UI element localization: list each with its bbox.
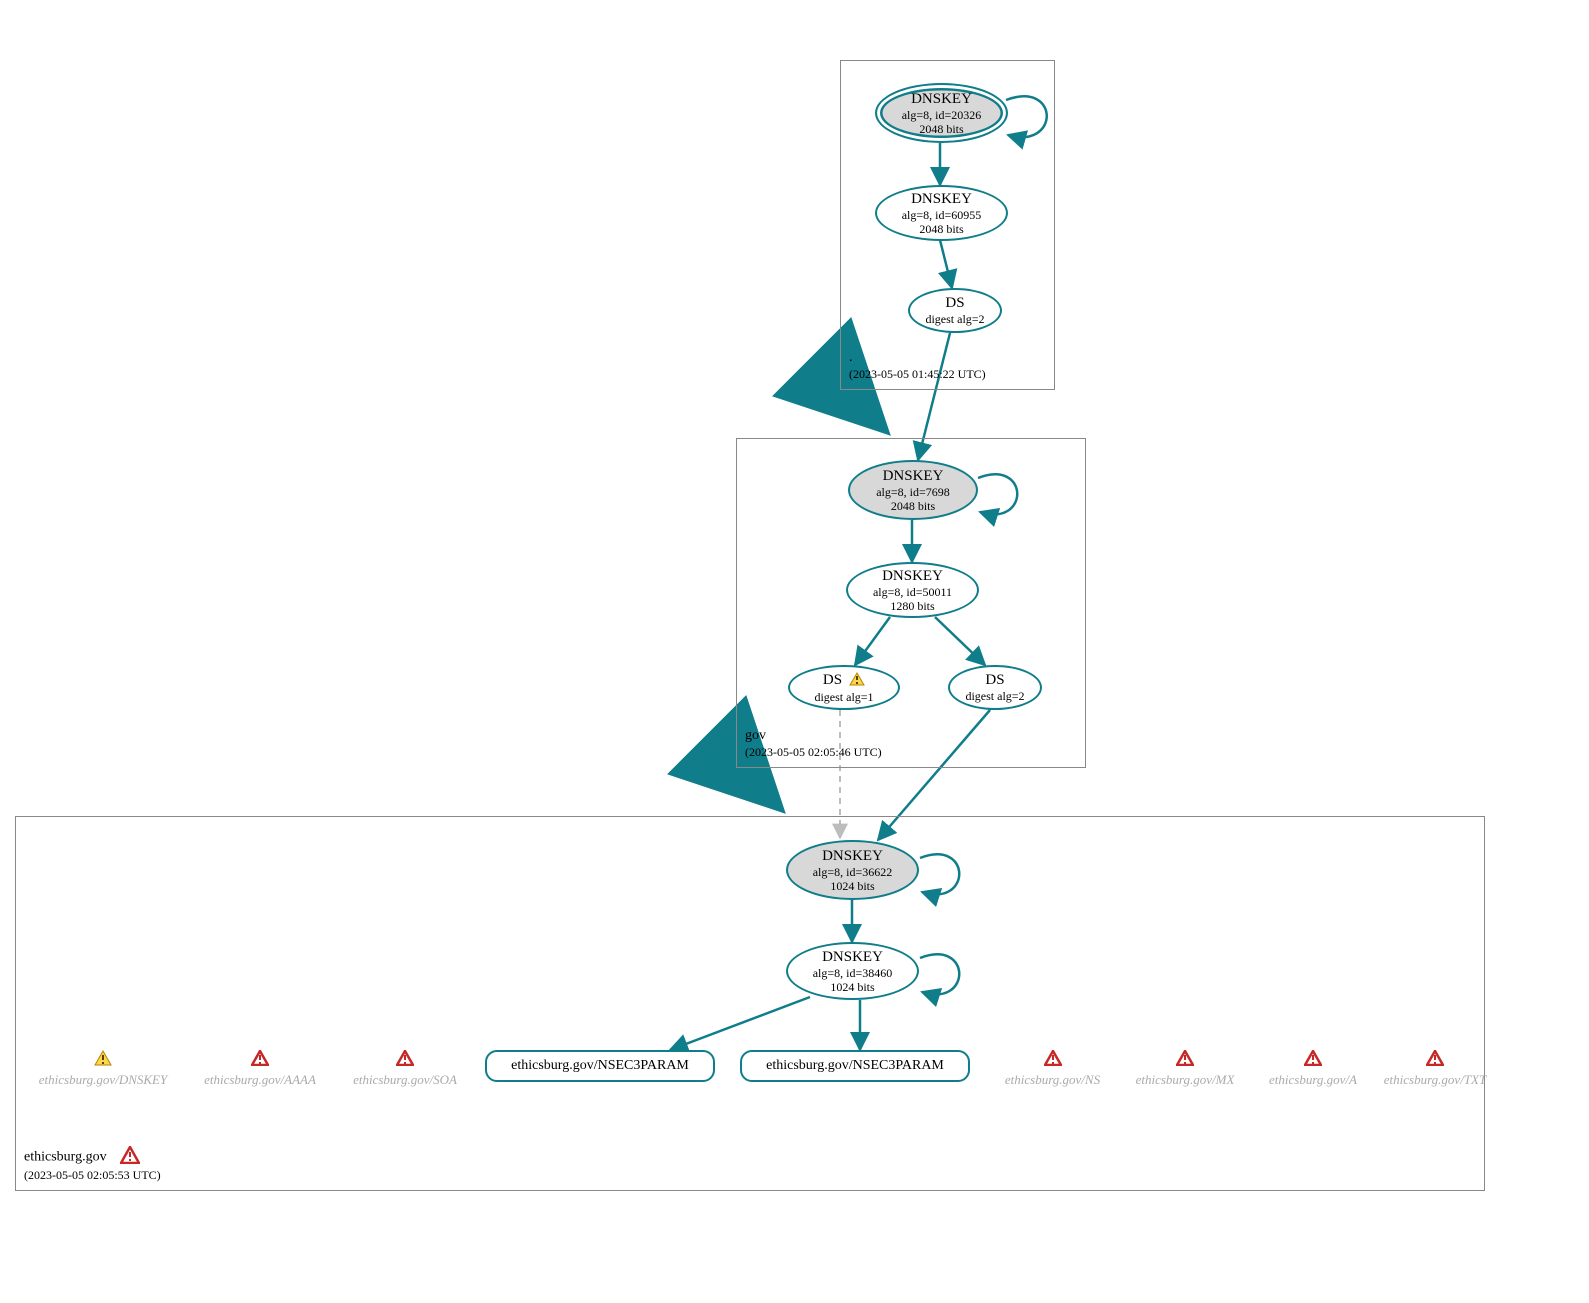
warning-icon: [33, 1050, 173, 1070]
rrset-nsec3param-b[interactable]: ethicsburg.gov/NSEC3PARAM: [740, 1050, 970, 1082]
zone-leaf: ethicsburg.gov (2023-05-05 02:05:53 UTC): [15, 816, 1485, 1191]
bad-rrset-soa[interactable]: ethicsburg.gov/SOA: [345, 1050, 465, 1088]
bad-rrset-txt-label: ethicsburg.gov/TXT: [1384, 1072, 1486, 1087]
node-root-ksk-detail: alg=8, id=20326: [902, 108, 982, 122]
bad-rrset-txt[interactable]: ethicsburg.gov/TXT: [1375, 1050, 1495, 1088]
node-gov-zsk-detail: alg=8, id=50011: [873, 585, 952, 599]
node-root-ksk-bits: 2048 bits: [919, 122, 963, 136]
bad-rrset-a-label: ethicsburg.gov/A: [1269, 1072, 1357, 1087]
error-icon: [995, 1050, 1110, 1070]
node-gov-ds2-detail: digest alg=2: [965, 689, 1024, 703]
node-leaf-zsk-title: DNSKEY: [822, 948, 883, 966]
bad-rrset-aaaa-label: ethicsburg.gov/AAAA: [204, 1072, 316, 1087]
bad-rrset-dnskey-label: ethicsburg.gov/DNSKEY: [39, 1072, 167, 1087]
node-leaf-ksk-bits: 1024 bits: [830, 879, 874, 893]
zone-root-name: .: [849, 349, 986, 367]
node-leaf-ksk-title: DNSKEY: [822, 847, 883, 865]
zone-root-ts: (2023-05-05 01:45:22 UTC): [849, 367, 986, 383]
zone-leaf-ts: (2023-05-05 02:05:53 UTC): [24, 1168, 161, 1184]
node-gov-ksk-title: DNSKEY: [883, 467, 944, 485]
node-leaf-ksk[interactable]: DNSKEY alg=8, id=36622 1024 bits: [786, 840, 919, 900]
bad-rrset-soa-label: ethicsburg.gov/SOA: [353, 1072, 457, 1087]
node-root-zsk[interactable]: DNSKEY alg=8, id=60955 2048 bits: [875, 185, 1008, 241]
error-icon: [195, 1050, 325, 1070]
node-gov-zsk-title: DNSKEY: [882, 567, 943, 585]
error-icon: [1375, 1050, 1495, 1070]
node-leaf-ksk-detail: alg=8, id=36622: [813, 865, 893, 879]
node-root-zsk-title: DNSKEY: [911, 190, 972, 208]
rrset-nsec3param-a-label: ethicsburg.gov/NSEC3PARAM: [511, 1058, 689, 1074]
node-gov-ds2-title: DS: [985, 671, 1004, 689]
zone-leaf-error-icon: [120, 1146, 140, 1169]
node-gov-ksk-bits: 2048 bits: [891, 499, 935, 513]
bad-rrset-mx[interactable]: ethicsburg.gov/MX: [1125, 1050, 1245, 1088]
node-gov-ds2[interactable]: DS digest alg=2: [948, 665, 1042, 710]
node-root-ksk[interactable]: DNSKEY alg=8, id=20326 2048 bits: [875, 83, 1008, 143]
node-root-zsk-bits: 2048 bits: [919, 222, 963, 236]
rrset-nsec3param-a[interactable]: ethicsburg.gov/NSEC3PARAM: [485, 1050, 715, 1082]
zone-gov-ts: (2023-05-05 02:05:46 UTC): [745, 745, 882, 761]
node-leaf-zsk[interactable]: DNSKEY alg=8, id=38460 1024 bits: [786, 942, 919, 1000]
bad-rrset-a[interactable]: ethicsburg.gov/A: [1258, 1050, 1368, 1088]
bad-rrset-ns[interactable]: ethicsburg.gov/NS: [995, 1050, 1110, 1088]
node-root-ksk-title: DNSKEY: [911, 90, 972, 108]
bad-rrset-dnskey[interactable]: ethicsburg.gov/DNSKEY: [33, 1050, 173, 1088]
node-gov-ds1-title: DS: [823, 672, 842, 688]
node-gov-ds1[interactable]: DS digest alg=1: [788, 665, 900, 710]
zone-gov-name: gov: [745, 727, 882, 745]
bad-rrset-mx-label: ethicsburg.gov/MX: [1136, 1072, 1235, 1087]
zone-root-label: . (2023-05-05 01:45:22 UTC): [849, 349, 986, 383]
node-root-zsk-detail: alg=8, id=60955: [902, 208, 982, 222]
bad-rrset-ns-label: ethicsburg.gov/NS: [1005, 1072, 1100, 1087]
node-gov-ksk[interactable]: DNSKEY alg=8, id=7698 2048 bits: [848, 460, 978, 520]
bad-rrset-aaaa[interactable]: ethicsburg.gov/AAAA: [195, 1050, 325, 1088]
warning-icon: [849, 675, 865, 689]
error-icon: [1125, 1050, 1245, 1070]
node-gov-ksk-detail: alg=8, id=7698: [876, 485, 950, 499]
node-root-ds-title: DS: [945, 294, 964, 312]
node-leaf-zsk-bits: 1024 bits: [830, 980, 874, 994]
error-icon: [345, 1050, 465, 1070]
zone-gov-label: gov (2023-05-05 02:05:46 UTC): [745, 727, 882, 761]
node-leaf-zsk-detail: alg=8, id=38460: [813, 966, 893, 980]
node-gov-ds1-detail: digest alg=1: [814, 690, 873, 704]
zone-leaf-name: ethicsburg.gov: [24, 1149, 107, 1164]
error-icon: [1258, 1050, 1368, 1070]
rrset-nsec3param-b-label: ethicsburg.gov/NSEC3PARAM: [766, 1058, 944, 1074]
node-root-ds[interactable]: DS digest alg=2: [908, 288, 1002, 333]
node-gov-zsk-bits: 1280 bits: [890, 599, 934, 613]
zone-leaf-label: ethicsburg.gov (2023-05-05 02:05:53 UTC): [24, 1146, 161, 1184]
node-gov-zsk[interactable]: DNSKEY alg=8, id=50011 1280 bits: [846, 562, 979, 618]
node-root-ds-detail: digest alg=2: [925, 312, 984, 326]
